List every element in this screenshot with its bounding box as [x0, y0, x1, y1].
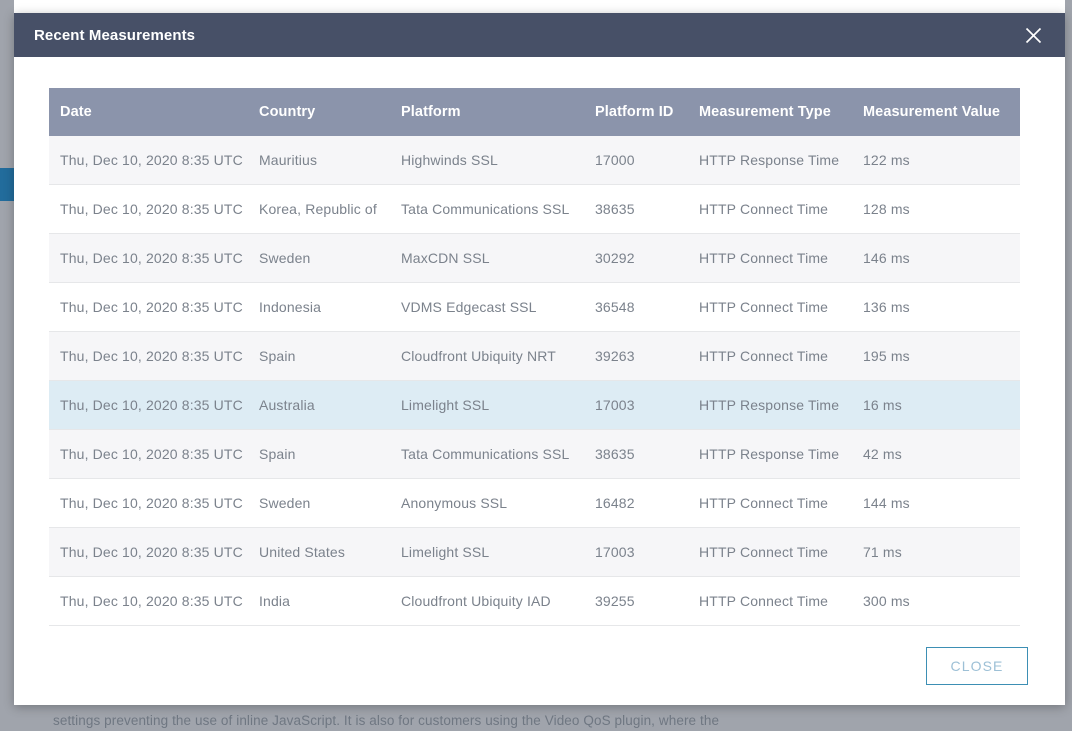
close-icon[interactable] — [1020, 22, 1046, 48]
cell-platform: Limelight SSL — [391, 380, 585, 430]
cell-measurement-value: 195 ms — [853, 331, 1020, 381]
column-header-platform[interactable]: Platform — [391, 88, 585, 136]
cell-platform-id: 39255 — [585, 576, 689, 626]
cell-measurement-type: HTTP Response Time — [689, 380, 853, 430]
table-row[interactable]: Thu, Dec 10, 2020 8:35 UTC India Cloudfron… — [49, 576, 1020, 626]
table-header-row: Date Country Platform Platform ID Measur… — [49, 88, 1020, 136]
cell-date: Thu, Dec 10, 2020 8:35 UTC — [49, 478, 249, 528]
table-row[interactable]: Thu, Dec 10, 2020 8:35 UTC Indonesia VDMS … — [49, 282, 1020, 332]
cell-measurement-type: HTTP Response Time — [689, 429, 853, 479]
recent-measurements-dialog: Recent Measurements Date Country Platfor… — [14, 13, 1065, 705]
cell-measurement-type: HTTP Connect Time — [689, 331, 853, 381]
cell-measurement-type: HTTP Connect Time — [689, 233, 853, 283]
cell-platform: Limelight SSL — [391, 527, 585, 577]
dialog-header: Recent Measurements — [14, 13, 1065, 57]
cell-date: Thu, Dec 10, 2020 8:35 UTC — [49, 136, 249, 185]
table-body: Thu, Dec 10, 2020 8:35 UTC Mauritius Highw… — [49, 136, 1020, 626]
cell-country: United States — [249, 527, 391, 577]
cell-platform-id: 17003 — [585, 380, 689, 430]
cell-platform-id: 39263 — [585, 331, 689, 381]
table-row[interactable]: Thu, Dec 10, 2020 8:35 UTC Australia Limel… — [49, 380, 1020, 430]
dialog-body: Date Country Platform Platform ID Measur… — [14, 57, 1065, 626]
cell-platform-id: 17003 — [585, 527, 689, 577]
screen: settings preventing the use of inline Ja… — [0, 0, 1072, 731]
cell-platform: Tata Communications SSL — [391, 184, 585, 234]
cell-measurement-value: 16 ms — [853, 380, 1020, 430]
cell-measurement-value: 146 ms — [853, 233, 1020, 283]
close-button[interactable]: CLOSE — [926, 646, 1028, 685]
cell-measurement-type: HTTP Connect Time — [689, 478, 853, 528]
cell-platform: VDMS Edgecast SSL — [391, 282, 585, 332]
cell-platform: Highwinds SSL — [391, 136, 585, 185]
table-row[interactable]: Thu, Dec 10, 2020 8:35 UTC Spain Cloudfron… — [49, 331, 1020, 381]
table-row[interactable]: Thu, Dec 10, 2020 8:35 UTC Sweden Anonymou… — [49, 478, 1020, 528]
cell-platform: MaxCDN SSL — [391, 233, 585, 283]
cell-country: Australia — [249, 380, 391, 430]
cell-platform-id: 38635 — [585, 184, 689, 234]
cell-date: Thu, Dec 10, 2020 8:35 UTC — [49, 184, 249, 234]
cell-measurement-type: HTTP Connect Time — [689, 527, 853, 577]
backdrop-right-strip — [1065, 0, 1072, 731]
column-header-platform-id[interactable]: Platform ID — [585, 88, 689, 136]
cell-country: Indonesia — [249, 282, 391, 332]
cell-date: Thu, Dec 10, 2020 8:35 UTC — [49, 331, 249, 381]
table-row[interactable]: Thu, Dec 10, 2020 8:35 UTC Korea, Republi… — [49, 184, 1020, 234]
cell-date: Thu, Dec 10, 2020 8:35 UTC — [49, 576, 249, 626]
cell-country: Sweden — [249, 233, 391, 283]
cell-country: Korea, Republic of — [249, 184, 391, 234]
cell-platform: Tata Communications SSL — [391, 429, 585, 479]
cell-platform-id: 38635 — [585, 429, 689, 479]
cell-measurement-type: HTTP Connect Time — [689, 282, 853, 332]
cell-measurement-value: 300 ms — [853, 576, 1020, 626]
cell-measurement-value: 42 ms — [853, 429, 1020, 479]
column-header-measurement-value[interactable]: Measurement Value — [853, 88, 1020, 136]
table-row[interactable]: Thu, Dec 10, 2020 8:35 UTC Sweden MaxCDN S… — [49, 233, 1020, 283]
cell-country: Mauritius — [249, 136, 391, 185]
cell-platform-id: 36548 — [585, 282, 689, 332]
table-row[interactable]: Thu, Dec 10, 2020 8:35 UTC Mauritius Highw… — [49, 136, 1020, 185]
cell-country: Spain — [249, 331, 391, 381]
column-header-measurement-type[interactable]: Measurement Type — [689, 88, 853, 136]
cell-country: Spain — [249, 429, 391, 479]
cell-platform: Cloudfront Ubiquity IAD — [391, 576, 585, 626]
cell-platform-id: 16482 — [585, 478, 689, 528]
cell-country: Sweden — [249, 478, 391, 528]
cell-measurement-type: HTTP Response Time — [689, 136, 853, 185]
cell-platform-id: 17000 — [585, 136, 689, 185]
cell-measurement-type: HTTP Connect Time — [689, 576, 853, 626]
measurements-table: Date Country Platform Platform ID Measur… — [49, 88, 1020, 626]
table-row[interactable]: Thu, Dec 10, 2020 8:35 UTC Spain Tata Comm… — [49, 429, 1020, 479]
backdrop-left-strip — [0, 0, 14, 731]
table-header: Date Country Platform Platform ID Measur… — [49, 88, 1020, 136]
cell-date: Thu, Dec 10, 2020 8:35 UTC — [49, 527, 249, 577]
cell-date: Thu, Dec 10, 2020 8:35 UTC — [49, 233, 249, 283]
cell-date: Thu, Dec 10, 2020 8:35 UTC — [49, 429, 249, 479]
cell-platform-id: 30292 — [585, 233, 689, 283]
cell-platform: Cloudfront Ubiquity NRT — [391, 331, 585, 381]
cell-measurement-value: 128 ms — [853, 184, 1020, 234]
background-blue-tab[interactable] — [0, 168, 14, 201]
background-paragraph-text: settings preventing the use of inline Ja… — [53, 713, 720, 728]
cell-country: India — [249, 576, 391, 626]
cell-measurement-value: 122 ms — [853, 136, 1020, 185]
column-header-date[interactable]: Date — [49, 88, 249, 136]
column-header-country[interactable]: Country — [249, 88, 391, 136]
cell-measurement-type: HTTP Connect Time — [689, 184, 853, 234]
cell-platform: Anonymous SSL — [391, 478, 585, 528]
cell-date: Thu, Dec 10, 2020 8:35 UTC — [49, 380, 249, 430]
cell-measurement-value: 144 ms — [853, 478, 1020, 528]
cell-measurement-value: 71 ms — [853, 527, 1020, 577]
dialog-title: Recent Measurements — [34, 26, 196, 44]
dialog-footer: CLOSE — [14, 626, 1065, 705]
table-row[interactable]: Thu, Dec 10, 2020 8:35 UTC United States L… — [49, 527, 1020, 577]
cell-date: Thu, Dec 10, 2020 8:35 UTC — [49, 282, 249, 332]
cell-measurement-value: 136 ms — [853, 282, 1020, 332]
